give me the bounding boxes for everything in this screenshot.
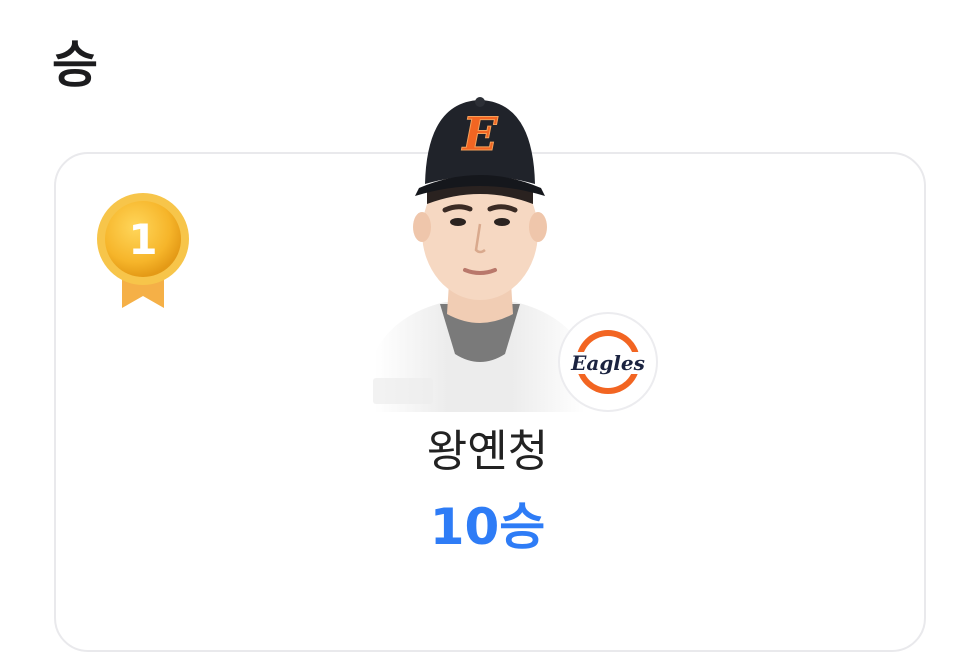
eagles-logo-graphic: Eagles bbox=[570, 330, 645, 394]
team-logo-icon[interactable]: Eagles bbox=[558, 312, 658, 412]
cap-letter: E bbox=[460, 107, 498, 161]
medal-rank-text: 1 bbox=[128, 215, 157, 264]
player-stat-value: 10승 bbox=[429, 498, 546, 556]
team-logo-text: Eagles bbox=[570, 351, 645, 375]
player-name: 왕옌청 bbox=[426, 426, 549, 477]
section-title: 승 bbox=[52, 36, 98, 94]
gold-medal-icon: 1 bbox=[97, 193, 189, 308]
